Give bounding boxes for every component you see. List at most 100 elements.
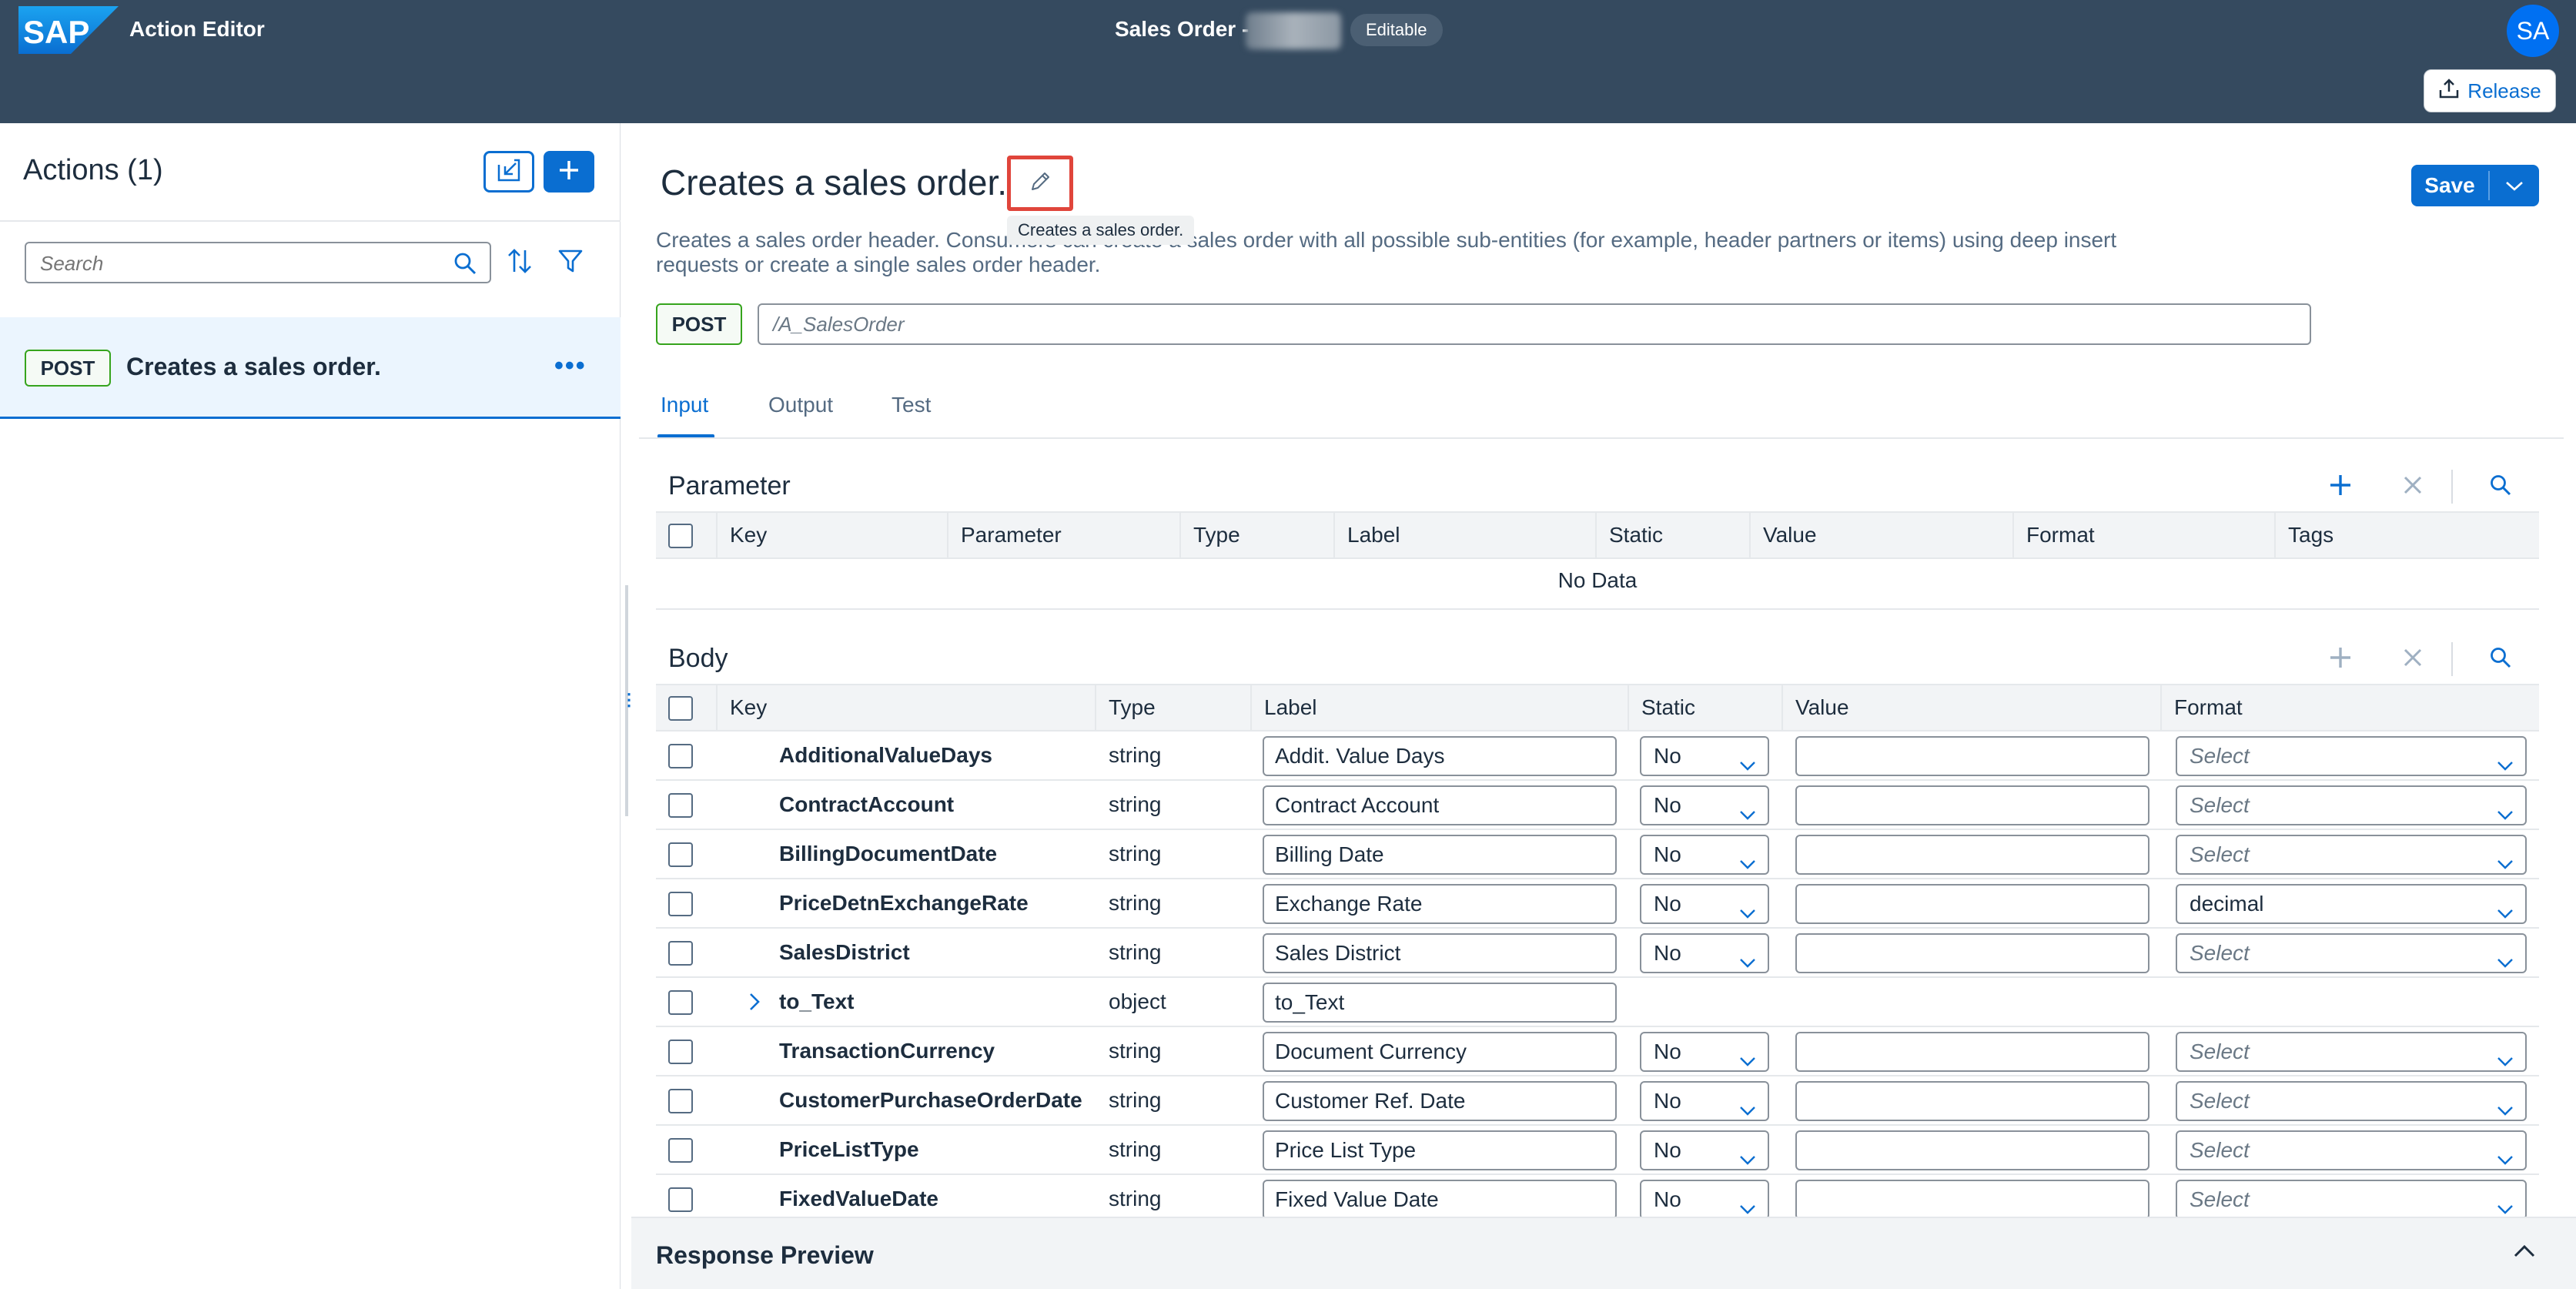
table-row[interactable]: PriceListType string Price List Type No Sele…	[656, 1126, 2539, 1175]
column-header[interactable]: Key	[716, 685, 1095, 730]
column-header[interactable]: Parameter	[947, 513, 1179, 557]
table-row[interactable]: AdditionalValueDays string Addit. Value Da…	[656, 732, 2539, 781]
static-select[interactable]: No	[1640, 736, 1769, 776]
tab-input[interactable]: Input	[661, 393, 708, 417]
row-checkbox[interactable]	[668, 941, 693, 966]
value-input[interactable]	[1795, 1032, 2149, 1072]
static-select[interactable]: No	[1640, 785, 1769, 825]
row-checkbox[interactable]	[668, 990, 693, 1015]
add-action-button[interactable]	[544, 151, 594, 193]
column-header[interactable]: Static	[1628, 685, 1781, 730]
table-row[interactable]: TransactionCurrency string Document Curren…	[656, 1027, 2539, 1076]
import-button[interactable]	[483, 151, 534, 193]
column-header[interactable]: Type	[1179, 513, 1333, 557]
value-input[interactable]	[1795, 884, 2149, 924]
delete-parameter-button[interactable]	[2396, 470, 2430, 504]
format-select[interactable]: Select	[2176, 1130, 2527, 1170]
column-header[interactable]: Value	[1781, 685, 2160, 730]
static-select[interactable]: No	[1640, 884, 1769, 924]
save-menu-button[interactable]	[2490, 165, 2539, 206]
column-header[interactable]: Type	[1095, 685, 1250, 730]
table-row[interactable]: PriceDetnExchangeRate string Exchange Rate…	[656, 879, 2539, 929]
row-checkbox[interactable]	[668, 1187, 693, 1212]
label-input[interactable]: Exchange Rate	[1263, 884, 1617, 924]
column-header[interactable]: Format	[2012, 513, 2274, 557]
table-row[interactable]: CustomerPurchaseOrderDate string Customer …	[656, 1076, 2539, 1126]
chevron-up-icon[interactable]	[2511, 1238, 2538, 1268]
search-icon[interactable]	[453, 251, 477, 280]
value-input[interactable]	[1795, 1130, 2149, 1170]
action-list-item[interactable]: POST Creates a sales order. •••	[0, 317, 621, 419]
sap-logo[interactable]: SAP	[18, 6, 119, 54]
format-select[interactable]: Select	[2176, 835, 2527, 875]
label-input[interactable]: Billing Date	[1263, 835, 1617, 875]
table-row[interactable]: BillingDocumentDate string Billing Date No S…	[656, 830, 2539, 879]
static-select[interactable]: No	[1640, 1032, 1769, 1072]
value-input[interactable]	[1795, 736, 2149, 776]
label-input[interactable]: Addit. Value Days	[1263, 736, 1617, 776]
search-body-button[interactable]	[2484, 642, 2517, 676]
static-select[interactable]: No	[1640, 933, 1769, 973]
row-checkbox[interactable]	[668, 842, 693, 867]
filter-button[interactable]	[551, 243, 590, 282]
more-icon[interactable]: •••	[554, 351, 587, 381]
save-split-button[interactable]: Save	[2411, 165, 2539, 206]
search-field[interactable]	[25, 242, 491, 283]
delete-body-field-button[interactable]	[2396, 642, 2430, 676]
row-checkbox[interactable]	[668, 793, 693, 818]
table-row[interactable]: SalesDistrict string Sales District No Selec…	[656, 929, 2539, 978]
row-checkbox[interactable]	[668, 1138, 693, 1163]
add-body-field-button[interactable]	[2323, 642, 2357, 676]
edit-title-button[interactable]	[1007, 156, 1073, 211]
row-checkbox[interactable]	[668, 1040, 693, 1064]
add-parameter-button[interactable]	[2323, 470, 2357, 504]
label-input[interactable]: to_Text	[1263, 983, 1617, 1023]
format-select[interactable]: Select	[2176, 1032, 2527, 1072]
column-header[interactable]: Value	[1749, 513, 2012, 557]
static-select[interactable]: No	[1640, 1180, 1769, 1217]
format-select[interactable]: Select	[2176, 933, 2527, 973]
splitter-grip-icon[interactable]: ⋮	[621, 690, 637, 710]
save-button[interactable]: Save	[2411, 165, 2488, 206]
label-input[interactable]: Customer Ref. Date	[1263, 1081, 1617, 1121]
column-header[interactable]: Key	[716, 513, 947, 557]
row-checkbox[interactable]	[668, 1089, 693, 1113]
column-header[interactable]: Static	[1595, 513, 1749, 557]
label-input[interactable]: Price List Type	[1263, 1130, 1617, 1170]
value-input[interactable]	[1795, 933, 2149, 973]
column-header[interactable]: Label	[1250, 685, 1628, 730]
tab-output[interactable]: Output	[768, 393, 833, 417]
response-preview-bar[interactable]: Response Preview	[631, 1217, 2576, 1289]
value-input[interactable]	[1795, 835, 2149, 875]
row-checkbox[interactable]	[668, 744, 693, 768]
column-header[interactable]: Label	[1333, 513, 1595, 557]
release-button[interactable]: Release	[2424, 69, 2556, 112]
label-input[interactable]: Fixed Value Date	[1263, 1180, 1617, 1217]
table-row[interactable]: ContractAccount string Contract Account No S…	[656, 781, 2539, 830]
value-input[interactable]	[1795, 1081, 2149, 1121]
column-header[interactable]: Tags	[2274, 513, 2539, 557]
format-select[interactable]: Select	[2176, 1180, 2527, 1217]
chevron-right-icon[interactable]	[747, 992, 762, 1016]
label-input[interactable]: Contract Account	[1263, 785, 1617, 825]
column-header[interactable]: Format	[2160, 685, 2539, 730]
value-input[interactable]	[1795, 785, 2149, 825]
format-select[interactable]: decimal	[2176, 884, 2527, 924]
row-checkbox[interactable]	[668, 892, 693, 916]
static-select[interactable]: No	[1640, 1081, 1769, 1121]
format-select[interactable]: Select	[2176, 736, 2527, 776]
search-parameter-button[interactable]	[2484, 470, 2517, 504]
label-input[interactable]: Sales District	[1263, 933, 1617, 973]
format-select[interactable]: Select	[2176, 1081, 2527, 1121]
sort-button[interactable]	[500, 243, 539, 282]
select-all-checkbox[interactable]	[668, 524, 693, 548]
user-avatar[interactable]: SA	[2507, 5, 2559, 57]
static-select[interactable]: No	[1640, 835, 1769, 875]
table-row[interactable]: to_Text object to_Text	[656, 978, 2539, 1027]
static-select[interactable]: No	[1640, 1130, 1769, 1170]
path-input[interactable]: /A_SalesOrder	[758, 303, 2311, 345]
format-select[interactable]: Select	[2176, 785, 2527, 825]
label-input[interactable]: Document Currency	[1263, 1032, 1617, 1072]
search-input[interactable]	[40, 251, 440, 276]
tab-test[interactable]: Test	[892, 393, 931, 417]
